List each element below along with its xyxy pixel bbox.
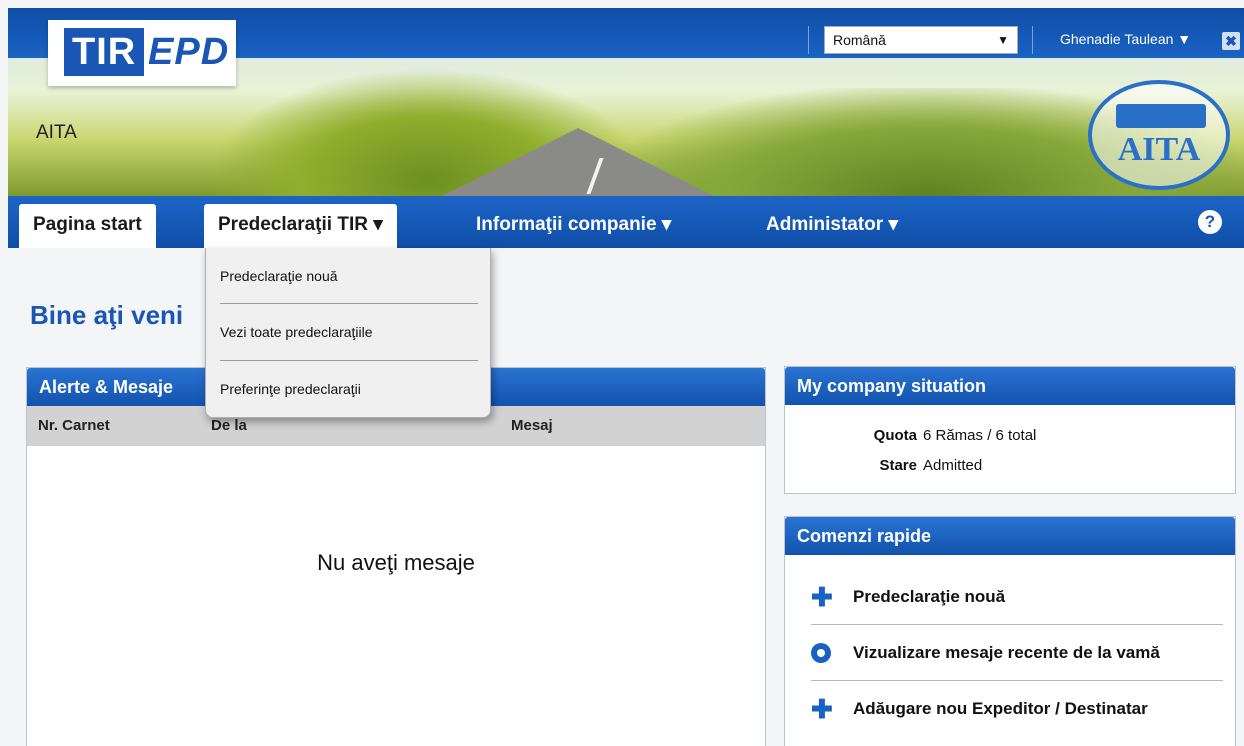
header-banner: TIR EPD AITA AITA Română ▼ Ghenadie Taul… (8, 8, 1244, 196)
user-menu[interactable]: Ghenadie Taulean ▼ (1060, 31, 1191, 47)
quick-item-label: Adăugare nou Expeditor / Destinatar (853, 699, 1148, 718)
eye-icon (811, 643, 831, 663)
main-nav: Pagina start Predeclaraţii TIR ▾ Informa… (8, 196, 1244, 248)
aita-logo-text: AITA (1117, 131, 1201, 168)
alerts-panel: Alerte & Mesaje Nr. Carnet De la Mesaj N… (26, 367, 766, 746)
menu-item-preferences[interactable]: Preferinţe predeclaraţii (220, 381, 361, 397)
menu-divider (220, 303, 478, 304)
language-select-value: Română (833, 32, 886, 48)
column-message[interactable]: Mesaj (511, 406, 553, 446)
quick-new-predeclaration[interactable]: ✚ Predeclaraţie nouă (811, 567, 1223, 627)
empty-message: Nu aveţi mesaje (317, 550, 475, 575)
quick-commands-panel: Comenzi rapide ✚ Predeclaraţie nouă Vizu… (784, 516, 1236, 746)
quota-value: 6 Rămas / 6 total (923, 427, 1037, 444)
company-panel-title: My company situation (785, 367, 1235, 405)
quick-item-label: Vizualizare mesaje recente de la vamă (853, 643, 1160, 662)
company-situation-panel: My company situation Quota 6 Rămas / 6 to… (784, 366, 1236, 494)
status-row: Stare Admitted (785, 457, 982, 474)
help-icon[interactable]: ? (1198, 210, 1222, 234)
quick-panel-title: Comenzi rapide (785, 517, 1235, 555)
tir-epd-logo[interactable]: TIR EPD (48, 20, 236, 86)
menu-item-all-predeclarations[interactable]: Vezi toate predeclaraţiile (220, 324, 373, 340)
truck-icon (1116, 104, 1206, 128)
quota-row: Quota 6 Rămas / 6 total (785, 427, 1037, 444)
dropdown-arrow-icon: ▼ (997, 33, 1009, 47)
organization-name: AITA (36, 122, 77, 143)
aita-logo: AITA (1088, 80, 1230, 190)
status-label: Stare (879, 457, 917, 474)
menu-item-new-predeclaration[interactable]: Predeclaraţie nouă (220, 268, 338, 284)
tab-admin[interactable]: Administator ▾ (766, 204, 898, 248)
plus-icon: ✚ (811, 694, 833, 724)
menu-divider (220, 360, 478, 361)
quota-label: Quota (873, 427, 917, 444)
tab-home[interactable]: Pagina start (19, 204, 156, 248)
tab-company-info[interactable]: Informaţii companie ▾ (476, 204, 671, 248)
quick-item-label: Predeclaraţie nouă (853, 587, 1006, 606)
logo-epd-text: EPD (148, 31, 230, 73)
tab-predeclarations[interactable]: Predeclaraţii TIR ▾ (204, 204, 397, 248)
column-carnet[interactable]: Nr. Carnet (38, 406, 110, 446)
predeclarations-dropdown: Predeclaraţie nouă Vezi toate predeclara… (205, 248, 491, 418)
logo-tir-text: TIR (64, 28, 145, 76)
close-icon[interactable]: ✖ (1222, 32, 1240, 50)
header-divider (1032, 26, 1033, 54)
language-select[interactable]: Română ▼ (824, 26, 1018, 54)
quick-add-shipper[interactable]: ✚ Adăugare nou Expeditor / Destinatar (811, 679, 1223, 739)
quick-view-customs-messages[interactable]: Vizualizare mesaje recente de la vamă (811, 623, 1223, 683)
header-divider (808, 26, 809, 54)
banner-road (438, 128, 718, 196)
status-value: Admitted (923, 457, 983, 474)
plus-icon: ✚ (811, 582, 833, 612)
